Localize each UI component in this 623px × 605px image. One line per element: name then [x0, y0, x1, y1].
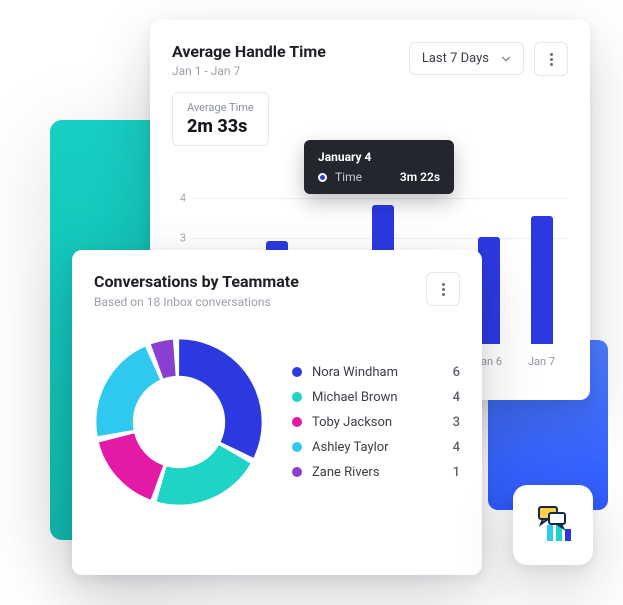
donut-legend: Nora Windham 6 Michael Brown 4 Toby Jackson 3…: [292, 360, 460, 485]
x-axis-tick: Jan 7: [522, 355, 562, 368]
legend-swatch-icon: [292, 467, 302, 477]
tooltip-value: 3m 22s: [400, 170, 440, 184]
tooltip-date: January 4: [318, 150, 440, 164]
legend-swatch-icon: [292, 392, 302, 402]
legend-item[interactable]: Ashley Taylor 4: [292, 435, 460, 460]
chart-tooltip: January 4 Time 3m 22s: [304, 140, 454, 194]
avg-time-label: Average Time: [187, 101, 254, 114]
legend-value: 4: [442, 440, 460, 455]
card-title: Average Handle Time: [172, 42, 399, 61]
date-range-select-label: Last 7 Days: [422, 51, 489, 66]
legend-swatch-icon: [292, 367, 302, 377]
more-options-button[interactable]: [426, 272, 460, 306]
tooltip-series-bullet-icon: [318, 173, 327, 182]
chevron-down-icon: [501, 54, 511, 64]
legend-name: Zane Rivers: [312, 465, 432, 480]
legend-value: 1: [442, 465, 460, 480]
card-date-range: Jan 1 - Jan 7: [172, 64, 399, 78]
legend-swatch-icon: [292, 417, 302, 427]
legend-name: Nora Windham: [312, 365, 432, 380]
chat-analytics-icon: [529, 501, 577, 549]
legend-item[interactable]: Nora Windham 6: [292, 360, 460, 385]
more-options-button[interactable]: [534, 42, 568, 76]
legend-value: 6: [442, 365, 460, 380]
y-axis-tick: 4: [172, 192, 186, 205]
legend-name: Michael Brown: [312, 390, 432, 405]
legend-item[interactable]: Michael Brown 4: [292, 385, 460, 410]
legend-item[interactable]: Zane Rivers 1: [292, 460, 460, 485]
avg-time-value: 2m 33s: [187, 116, 254, 137]
conversations-by-teammate-card: Conversations by Teammate Based on 18 In…: [72, 250, 482, 575]
analytics-icon-card: [513, 485, 593, 565]
chart-bar[interactable]: [531, 216, 553, 344]
legend-swatch-icon: [292, 442, 302, 452]
legend-value: 4: [442, 390, 460, 405]
tooltip-label: Time: [335, 170, 392, 184]
legend-value: 3: [442, 415, 460, 430]
donut-chart: [94, 337, 264, 507]
y-axis-tick: 3: [172, 232, 186, 245]
legend-name: Toby Jackson: [312, 415, 432, 430]
date-range-select[interactable]: Last 7 Days: [409, 42, 524, 75]
legend-item[interactable]: Toby Jackson 3: [292, 410, 460, 435]
card-title: Conversations by Teammate: [94, 272, 416, 291]
legend-name: Ashley Taylor: [312, 440, 432, 455]
avg-time-badge: Average Time 2m 33s: [172, 92, 269, 146]
card-subtitle: Based on 18 Inbox conversations: [94, 295, 416, 309]
